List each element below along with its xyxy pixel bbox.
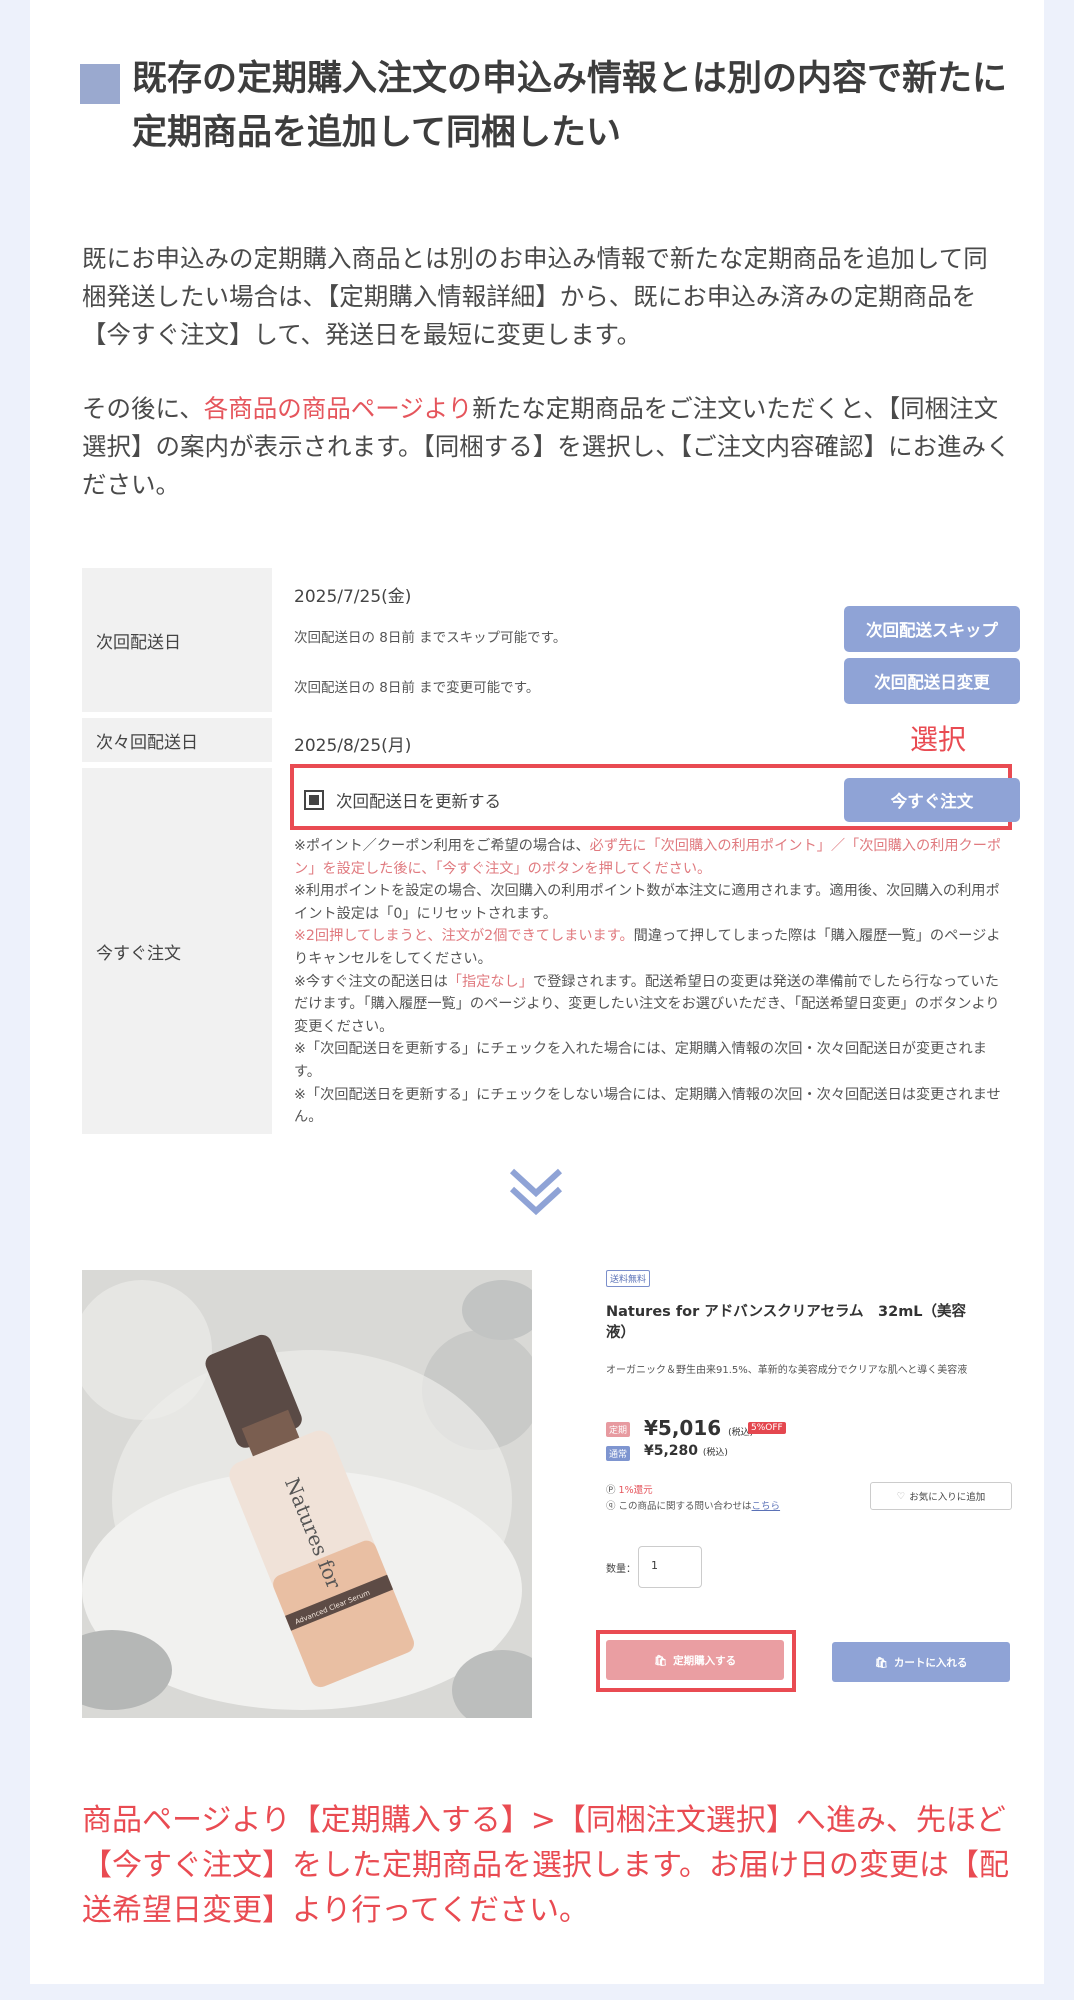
product-description: オーガニック＆野生由来91.5%、革新的な美容成分でクリアな肌へと導く美容液: [606, 1365, 968, 1376]
note-6-text: ※「次回配送日を更新する」にチェックをしない場合には、定期購入情報の次回・次々回…: [294, 1086, 1001, 1126]
row-label-following-delivery: 次々回配送日: [82, 718, 272, 762]
quantity-input[interactable]: 1: [638, 1546, 702, 1588]
instruction-paragraph: その後に、各商品の商品ページより新たな定期商品をご注文いただくと、【同梱注文選択…: [82, 390, 1012, 504]
note-5-text: ※「次回配送日を更新する」にチェックを入れた場合には、定期購入情報の次回・次々回…: [294, 1041, 987, 1080]
note-3: ※2回押してしまうと、注文が2個できてしまいます。間違って押してしまった際は「購…: [294, 925, 1006, 970]
order-notes: ※ポイント／クーポン利用をご希望の場合は、必ず先に「次回購入の利用ポイント」／「…: [294, 835, 1006, 1129]
points-text: 1%還元: [618, 1485, 653, 1496]
heading-square-icon: [80, 64, 120, 104]
note-6: ※「次回配送日を更新する」にチェックをしない場合には、定期購入情報の次回・次々回…: [294, 1084, 1006, 1129]
regular-price-value: ¥5,280: [644, 1443, 699, 1459]
product-name: Natures for アドバンスクリアセラム 32mL（美容液）: [606, 1304, 967, 1341]
points-info: Ⓟ 1%還元: [606, 1482, 653, 1496]
favorite-label: お気に入りに追加: [909, 1492, 986, 1503]
note-3-warning: ※2回押してしまうと、注文が2個できてしまいます。: [294, 928, 634, 945]
subscription-price-value: ¥5,016: [644, 1416, 722, 1440]
note-5: ※「次回配送日を更新する」にチェックを入れた場合には、定期購入情報の次回・次々回…: [294, 1038, 1006, 1083]
note-4: ※今すぐ注文の配送日は「指定なし」で登録されます。配送希望日の変更は発送の準備前…: [294, 971, 1006, 1039]
para-before: その後に、: [82, 394, 204, 423]
note-1: ※ポイント／クーポン利用をご希望の場合は、必ず先に「次回購入の利用ポイント」／「…: [294, 835, 1006, 880]
quantity-label: 数量：: [606, 1564, 636, 1575]
note-2-text: ※利用ポイントを設定の場合、次回購入の利用ポイント数が本注文に適用されます。適用…: [294, 883, 1000, 922]
order-now-button[interactable]: 今すぐ注文: [844, 778, 1020, 822]
cart-bag-icon: 🛍: [874, 1656, 888, 1669]
change-note: 次回配送日の 8日前 まで変更可能です。: [294, 680, 540, 696]
question-icon: ⓠ: [606, 1501, 619, 1512]
add-to-cart-button[interactable]: 🛍 カートに入れる: [832, 1642, 1010, 1682]
change-next-delivery-button[interactable]: 次回配送日変更: [844, 658, 1020, 704]
note-1-text: ※ポイント／クーポン利用をご希望の場合は、: [294, 838, 590, 854]
heading-text: 既存の定期購入注文の申込み情報とは別の内容で新たに定期商品を追加して同梱したい: [132, 59, 1008, 153]
subscribe-highlight-box: [596, 1630, 796, 1692]
skip-note: 次回配送日の 8日前 までスキップ可能です。: [294, 630, 567, 646]
add-favorite-button[interactable]: ♡ お気に入りに追加: [870, 1482, 1012, 1510]
footer-instruction: 商品ページより【定期購入する】>【同梱注文選択】へ進み、先ほど【今すぐ注文】をし…: [82, 1803, 1009, 1928]
row-label-order-now: 今すぐ注文: [82, 768, 272, 1134]
regular-badge: 通常: [606, 1446, 631, 1461]
note-4-warning: 「指定なし」: [447, 973, 533, 990]
tax-label-2: (税込): [702, 1448, 728, 1458]
product-photo: Natures for Advanced Clear Serum: [82, 1270, 532, 1718]
inquiry-text: この商品に関する問い合わせは: [618, 1501, 752, 1512]
skip-next-delivery-button[interactable]: 次回配送スキップ: [844, 606, 1020, 652]
free-shipping-tag: 送料無料: [606, 1270, 651, 1287]
next-delivery-date: 2025/7/25(金): [294, 587, 412, 607]
product-page-link[interactable]: 各商品の商品ページより: [204, 394, 473, 423]
regular-price: ¥5,280 (税込): [644, 1443, 728, 1459]
content-card: 既存の定期購入注文の申込み情報とは別の内容で新たに定期商品を追加して同梱したい …: [30, 0, 1044, 1984]
heart-icon: ♡: [896, 1490, 906, 1502]
select-annotation: 選択: [910, 723, 967, 756]
checkbox-fill-icon: [309, 795, 319, 805]
cart-label: カートに入れる: [893, 1656, 968, 1669]
subscription-price: ¥5,016 (税込): [644, 1416, 753, 1440]
inquiry-info: ⓠ この商品に関する問い合わせはこちら: [606, 1498, 780, 1512]
discount-badge: 5%OFF: [748, 1422, 786, 1434]
checkbox-label: 次回配送日を更新する: [336, 792, 501, 811]
inquiry-link[interactable]: こちら: [752, 1501, 781, 1512]
chevron-down-icon: [509, 1168, 563, 1216]
subscription-badge: 定期: [606, 1422, 631, 1437]
update-checkbox[interactable]: [304, 790, 324, 810]
points-icon: Ⓟ: [606, 1485, 619, 1496]
note-4-text-a: ※今すぐ注文の配送日は: [294, 973, 448, 990]
row-label-next-delivery: 次回配送日: [82, 568, 272, 712]
intro-paragraph: 既にお申込みの定期購入商品とは別のお申込み情報で新たな定期商品を追加して同梱発送…: [82, 244, 988, 349]
note-2: ※利用ポイントを設定の場合、次回購入の利用ポイント数が本注文に適用されます。適用…: [294, 880, 1006, 925]
following-delivery-date: 2025/8/25(月): [294, 736, 412, 756]
